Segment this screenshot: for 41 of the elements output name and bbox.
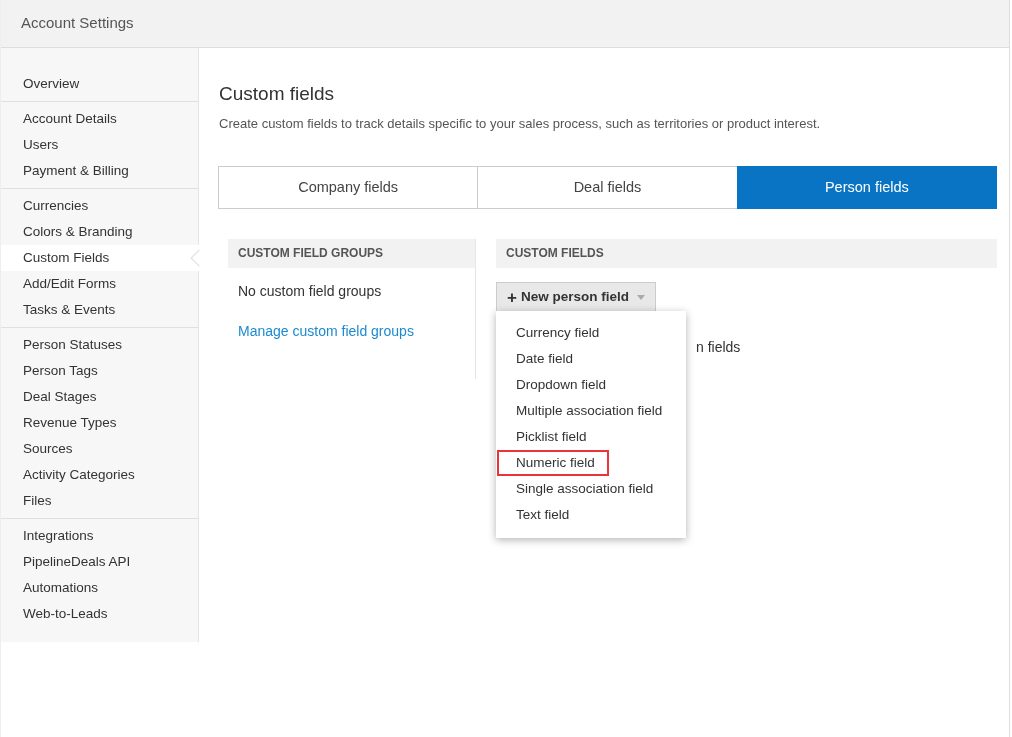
panel-heading: CUSTOM FIELD GROUPS [228,239,475,269]
page-description: Create custom fields to track details specific to your sales process, such as territories or product interest. [219,114,822,133]
sidebar-item[interactable]: Sources [1,436,198,462]
sidebar-item[interactable]: Deal Stages [1,384,198,410]
sidebar-item[interactable]: Automations [1,575,198,601]
header-title: Account Settings [21,13,134,34]
plus-icon: + [507,288,517,306]
sidebar-item[interactable]: Account Details [1,106,198,132]
caret-icon [636,294,645,300]
menu-item[interactable]: Date field [496,346,588,373]
sidebar-item[interactable]: Web-to-Leads [1,601,198,627]
tab[interactable]: Deal fields [477,166,738,210]
empty-message: No custom field groups [237,282,383,302]
panel-heading: CUSTOM FIELDS [496,239,997,269]
sidebar-item[interactable]: Add/Edit Forms [1,271,198,297]
menu-item[interactable]: Currency field [496,320,614,347]
sidebar-item[interactable]: Person Statuses [1,332,198,358]
page-title: Custom fields [219,83,336,106]
menu-item[interactable]: Single association field [496,476,668,503]
sidebar-item[interactable]: Users [1,132,198,158]
sidebar-item[interactable]: PipelineDeals API [1,549,198,575]
sidebar-item[interactable]: Currencies [1,193,198,219]
sidebar-item[interactable]: Person Tags [1,358,198,384]
menu-item[interactable]: Dropdown field [496,372,621,399]
manage-groups-link[interactable]: Manage custom field groups [228,315,424,349]
menu-item[interactable]: Numeric field [497,450,609,477]
fields-message: n fields [696,338,741,358]
new-field-button[interactable]: + New person field [496,282,656,313]
sidebar-item[interactable]: Payment & Billing [1,158,198,184]
sidebar-item[interactable]: Tasks & Events [1,297,198,323]
sidebar-item[interactable]: Revenue Types [1,410,198,436]
sidebar-item[interactable]: Files [1,488,198,514]
sidebar-item[interactable]: Activity Categories [1,462,198,488]
tab[interactable]: Person fields [736,166,997,210]
sidebar-item[interactable]: Overview [1,71,198,97]
menu-item[interactable]: Text field [496,502,584,529]
menu-item[interactable]: Picklist field [496,424,601,451]
sidebar-item[interactable]: Colors & Branding [1,219,198,245]
menu-item[interactable]: Multiple association field [496,398,677,425]
tab[interactable]: Company fields [218,166,479,210]
sidebar-item[interactable]: Integrations [1,523,198,549]
